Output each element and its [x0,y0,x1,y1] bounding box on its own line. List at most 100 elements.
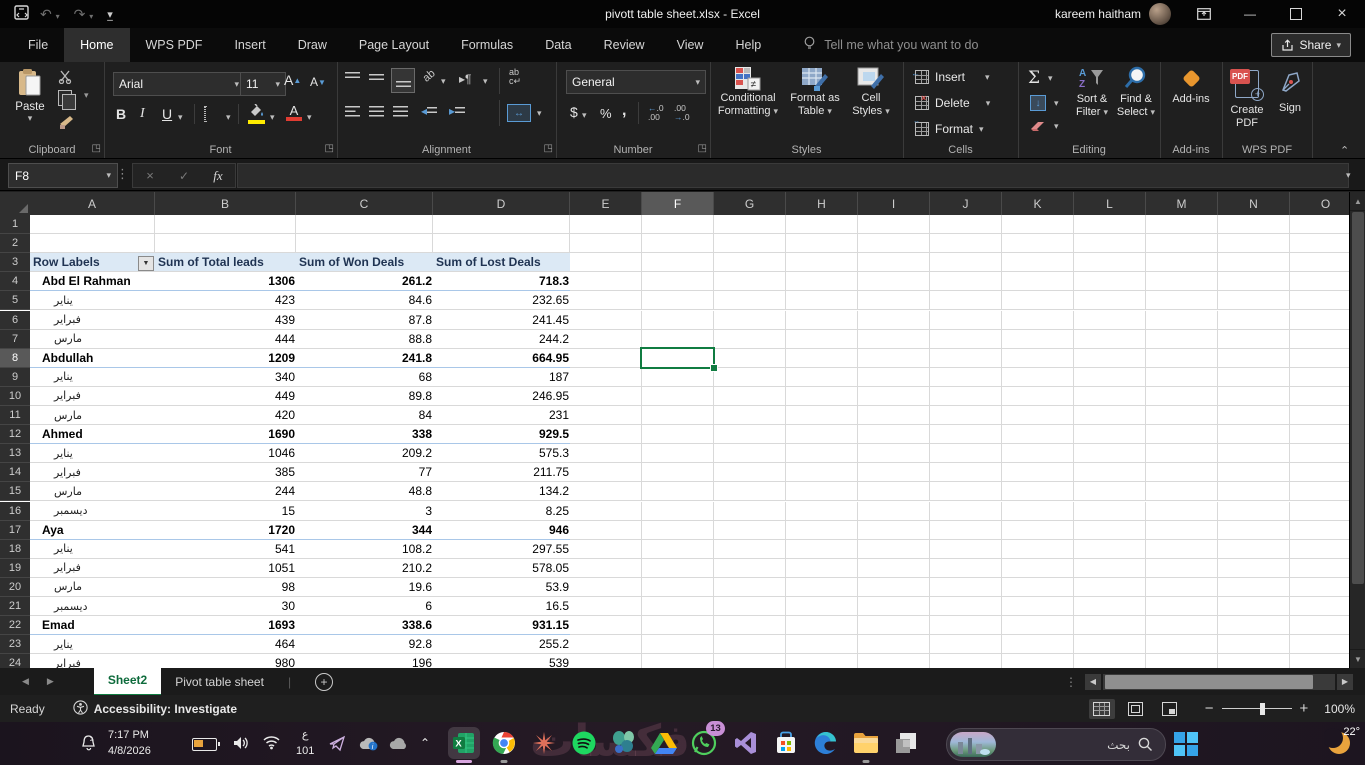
row-header-17[interactable]: 17 [0,521,31,540]
telegram-tray-icon[interactable] [328,735,346,755]
grid-cell-M11[interactable] [1146,406,1218,425]
grid-cell-D21[interactable]: 16.5 [433,597,574,616]
zoom-in-button[interactable]: + [1300,700,1309,717]
grid-cell-C11[interactable]: 84 [296,406,437,425]
grid-cell-C18[interactable]: 108.2 [296,540,437,559]
grid-cell-G14[interactable] [714,463,786,482]
grid-cell-H2[interactable] [786,234,858,253]
grid-cell-I22[interactable] [858,616,930,635]
row-header-20[interactable]: 20 [0,578,31,597]
grid-cell-M12[interactable] [1146,425,1218,444]
grid-cell-C8[interactable]: 241.8 [296,349,437,368]
grid-cell-I21[interactable] [858,597,930,616]
grid-cell-G13[interactable] [714,444,786,463]
grid-cell-I24[interactable] [858,654,930,668]
text-direction-dropdown[interactable]: ▾ [483,76,488,87]
taskbar-file-explorer-icon[interactable] [850,727,882,759]
insert-cells-button[interactable]: ← Insert▾ [915,70,990,84]
grid-cell-J19[interactable] [930,559,1002,578]
grid-cell-I15[interactable] [858,482,930,501]
grid-cell-D9[interactable]: 187 [433,368,574,387]
grid-cell-N10[interactable] [1218,387,1290,406]
grid-cell-B15[interactable]: 244 [155,482,300,501]
number-dialog-launcher[interactable]: ◳ [698,144,707,154]
grid-cell-O7[interactable] [1290,330,1349,349]
grid-cell-E22[interactable] [570,616,642,635]
grid-cell-B7[interactable]: 444 [155,330,300,349]
grid-cell-M2[interactable] [1146,234,1218,253]
grid-cell-I20[interactable] [858,578,930,597]
accounting-format-button[interactable]: $ [570,104,578,120]
grid-cell-O11[interactable] [1290,406,1349,425]
windows-start-button[interactable] [1173,731,1199,760]
grid-cell-C4[interactable]: 261.2 [296,272,437,291]
sheet-nav-left-icon[interactable]: ◀ [22,676,29,687]
grid-cell-C6[interactable]: 87.8 [296,311,437,330]
grid-cell-O9[interactable] [1290,368,1349,387]
grid-cell-C9[interactable]: 68 [296,368,437,387]
decrease-font-size-button[interactable]: A▼ [310,75,326,89]
accounting-dropdown[interactable]: ▾ [582,110,587,121]
delete-cells-button[interactable]: × Delete▾ [915,96,990,110]
insert-function-icon[interactable]: fx [201,168,235,184]
grid-cell-C3[interactable]: Sum of Won Deals [296,253,436,272]
grid-cell-I8[interactable] [858,349,930,368]
grid-cell-D7[interactable]: 244.2 [433,330,574,349]
grid-cell-L6[interactable] [1074,311,1146,330]
grid-cell-F16[interactable] [642,502,714,521]
name-box[interactable]: F8▾ [8,163,118,188]
fill-color-dropdown[interactable]: ▾ [270,112,275,123]
grid-cell-L9[interactable] [1074,368,1146,387]
grid-cell-H5[interactable] [786,291,858,310]
grid-cell-C19[interactable]: 210.2 [296,559,437,578]
grid-cell-G16[interactable] [714,502,786,521]
grid-cell-K7[interactable] [1002,330,1074,349]
fill-button[interactable]: ↓▾ [1030,95,1059,111]
row-header-19[interactable]: 19 [0,559,31,578]
grid-cell-L11[interactable] [1074,406,1146,425]
row-header-4[interactable]: 4 [0,272,31,291]
grid-cell-I1[interactable] [858,215,930,234]
grid-cell-F13[interactable] [642,444,714,463]
grid-cell-K4[interactable] [1002,272,1074,291]
grid-cell-G20[interactable] [714,578,786,597]
grid-cell-B23[interactable]: 464 [155,635,300,654]
grid-cell-K12[interactable] [1002,425,1074,444]
grid-cell-G15[interactable] [714,482,786,501]
grid-cell-I3[interactable] [858,253,930,272]
horizontal-scrollbar[interactable] [1103,674,1335,690]
grid-cell-J6[interactable] [930,311,1002,330]
ribbon-tab-view[interactable]: View [661,28,720,62]
grid-cell-F3[interactable] [642,253,714,272]
copy-dropdown[interactable]: ▾ [84,90,89,101]
font-size-combo[interactable]: 11▾ [240,72,286,96]
grid-cell-L3[interactable] [1074,253,1146,272]
ribbon-tab-wps-pdf[interactable]: WPS PDF [130,28,219,62]
format-as-table-button[interactable]: Format asTable ▾ [786,66,844,140]
grid-cell-O12[interactable] [1290,425,1349,444]
grid-cell-N7[interactable] [1218,330,1290,349]
column-header-O[interactable]: O [1290,192,1349,216]
grid-cell-K21[interactable] [1002,597,1074,616]
grid-cell-I2[interactable] [858,234,930,253]
grid-cell-J17[interactable] [930,521,1002,540]
grid-cell-E4[interactable] [570,272,642,291]
clipboard-dialog-launcher[interactable]: ◳ [92,144,101,154]
paste-button[interactable]: Paste▾ [10,68,50,124]
grid-cell-J8[interactable] [930,349,1002,368]
grid-cell-F5[interactable] [642,291,714,310]
grid-cell-N12[interactable] [1218,425,1290,444]
format-painter-button[interactable] [58,114,75,133]
grid-cell-L15[interactable] [1074,482,1146,501]
column-header-K[interactable]: K [1002,192,1074,216]
grid-cell-I23[interactable] [858,635,930,654]
grid-cell-O4[interactable] [1290,272,1349,291]
grid-cell-E6[interactable] [570,311,642,330]
grid-cell-D3[interactable]: Sum of Lost Deals [433,253,573,272]
grid-cell-I4[interactable] [858,272,930,291]
grid-cell-J15[interactable] [930,482,1002,501]
grid-cell-L20[interactable] [1074,578,1146,597]
grid-cell-M23[interactable] [1146,635,1218,654]
grid-cell-I9[interactable] [858,368,930,387]
grid-cell-E14[interactable] [570,463,642,482]
